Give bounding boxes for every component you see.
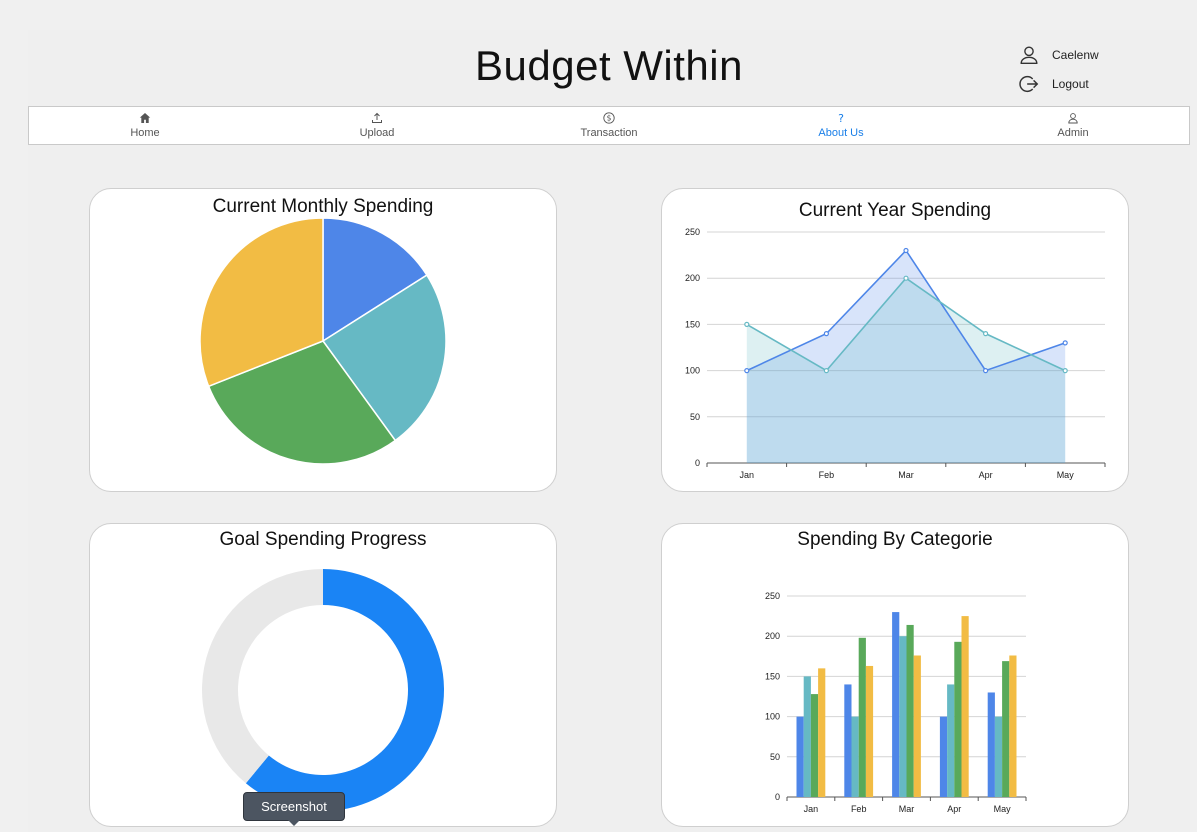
data-point [1062,368,1068,374]
bar [947,684,955,797]
home-icon [139,113,151,123]
nav-upload[interactable]: Upload [261,107,493,144]
nav-transaction[interactable]: $ Transaction [493,107,725,144]
logout-button[interactable]: Logout [1018,69,1178,98]
x-tick-label: Apr [979,470,993,480]
y-tick-label: 150 [765,671,780,681]
donut-remaining-arc [202,569,323,784]
x-tick-label: Jan [740,470,755,480]
nav-admin[interactable]: Admin [957,107,1189,144]
nav-about-us[interactable]: ? About Us [725,107,957,144]
svg-text:$: $ [607,114,612,123]
bar [844,684,852,797]
profile-link[interactable]: Caelenw [1018,40,1178,69]
svg-text:?: ? [838,112,844,124]
x-tick-label: Apr [947,804,961,814]
bar [865,665,874,797]
year-spending-area-chart: 0 50 100 150 200 250 Jan Feb Mar Apr May [685,227,1106,480]
bar [810,694,819,797]
y-tick-label: 50 [770,752,780,762]
data-point [744,368,750,374]
y-tick-label: 100 [685,366,700,376]
x-tick-label: Mar [899,804,915,814]
y-tick-label: 200 [765,631,780,641]
app-title: Budget Within [475,42,743,89]
bar [961,616,969,797]
y-tick-label: 100 [765,712,780,722]
data-point [983,331,989,337]
user-icon [1020,46,1038,64]
bar [796,716,804,797]
nav-admin-label: Admin [1057,127,1089,139]
bar [987,692,995,797]
x-tick-label: Feb [819,470,835,480]
nav-upload-label: Upload [359,127,395,139]
nav-home-label: Home [130,127,160,139]
bar [892,612,900,797]
y-tick-label: 250 [685,227,700,237]
goal-progress-donut-chart [202,569,445,811]
data-point [983,368,989,374]
bar [939,716,948,797]
bar [954,641,962,797]
dollar-circle-icon: $ [603,112,615,124]
nav-home[interactable]: Home [29,107,261,144]
year-spending-card: Current Year Spending 0 50 100 150 200 250 Jan… [661,188,1129,492]
y-tick-label: 50 [690,412,700,422]
x-tick-label: May [994,804,1012,814]
bar [994,716,1003,797]
bar [899,636,907,797]
x-tick-label: Jan [804,804,819,814]
y-tick-label: 0 [695,458,700,468]
nav-about-us-label: About Us [818,127,864,139]
bar [818,668,826,797]
bar [1002,661,1010,797]
app-window: Budget Within Caelenw Logout Home Upload [28,30,1190,832]
logout-label: Logout [1052,76,1089,91]
user-menu: Caelenw Logout [1018,40,1178,98]
y-tick-label: 250 [765,591,780,601]
bar [803,676,811,797]
main-nav: Home Upload $ Transaction ? About Us Adm… [28,106,1190,145]
nav-transaction-label: Transaction [580,127,638,139]
category-spending-bar-chart: 0 50 100 150 200 250 Jan Feb Mar Apr May [765,591,1027,814]
screenshot-tooltip: Screenshot [243,792,345,826]
bar [858,637,866,797]
header: Budget Within Caelenw Logout [28,30,1190,106]
x-tick-label: Mar [898,470,914,480]
y-tick-label: 200 [685,273,700,283]
user-icon [1068,113,1078,124]
data-point [903,275,909,281]
monthly-spending-card: Current Monthly Spending [89,188,557,492]
question-icon: ? [838,112,844,124]
category-spending-card: Spending By Categorie 0 50 100 150 200 250 Jan… [661,523,1129,827]
area-fill [746,278,1066,463]
x-tick-label: Feb [851,804,867,814]
data-point [1062,340,1068,346]
upload-icon [372,112,382,123]
x-tick-label: May [1057,470,1075,480]
data-point [903,247,909,254]
logout-icon [1019,75,1039,92]
data-point [823,368,829,374]
username: Caelenw [1052,47,1099,62]
y-tick-label: 150 [685,319,700,329]
bar [913,655,921,797]
bar [1009,655,1017,797]
y-tick-label: 0 [775,792,780,802]
monthly-spending-pie-chart [199,217,447,465]
data-point [744,321,750,327]
bar [851,716,859,797]
bar [906,624,914,797]
goal-progress-card: Goal Spending Progress [89,523,557,827]
data-point [823,331,829,337]
